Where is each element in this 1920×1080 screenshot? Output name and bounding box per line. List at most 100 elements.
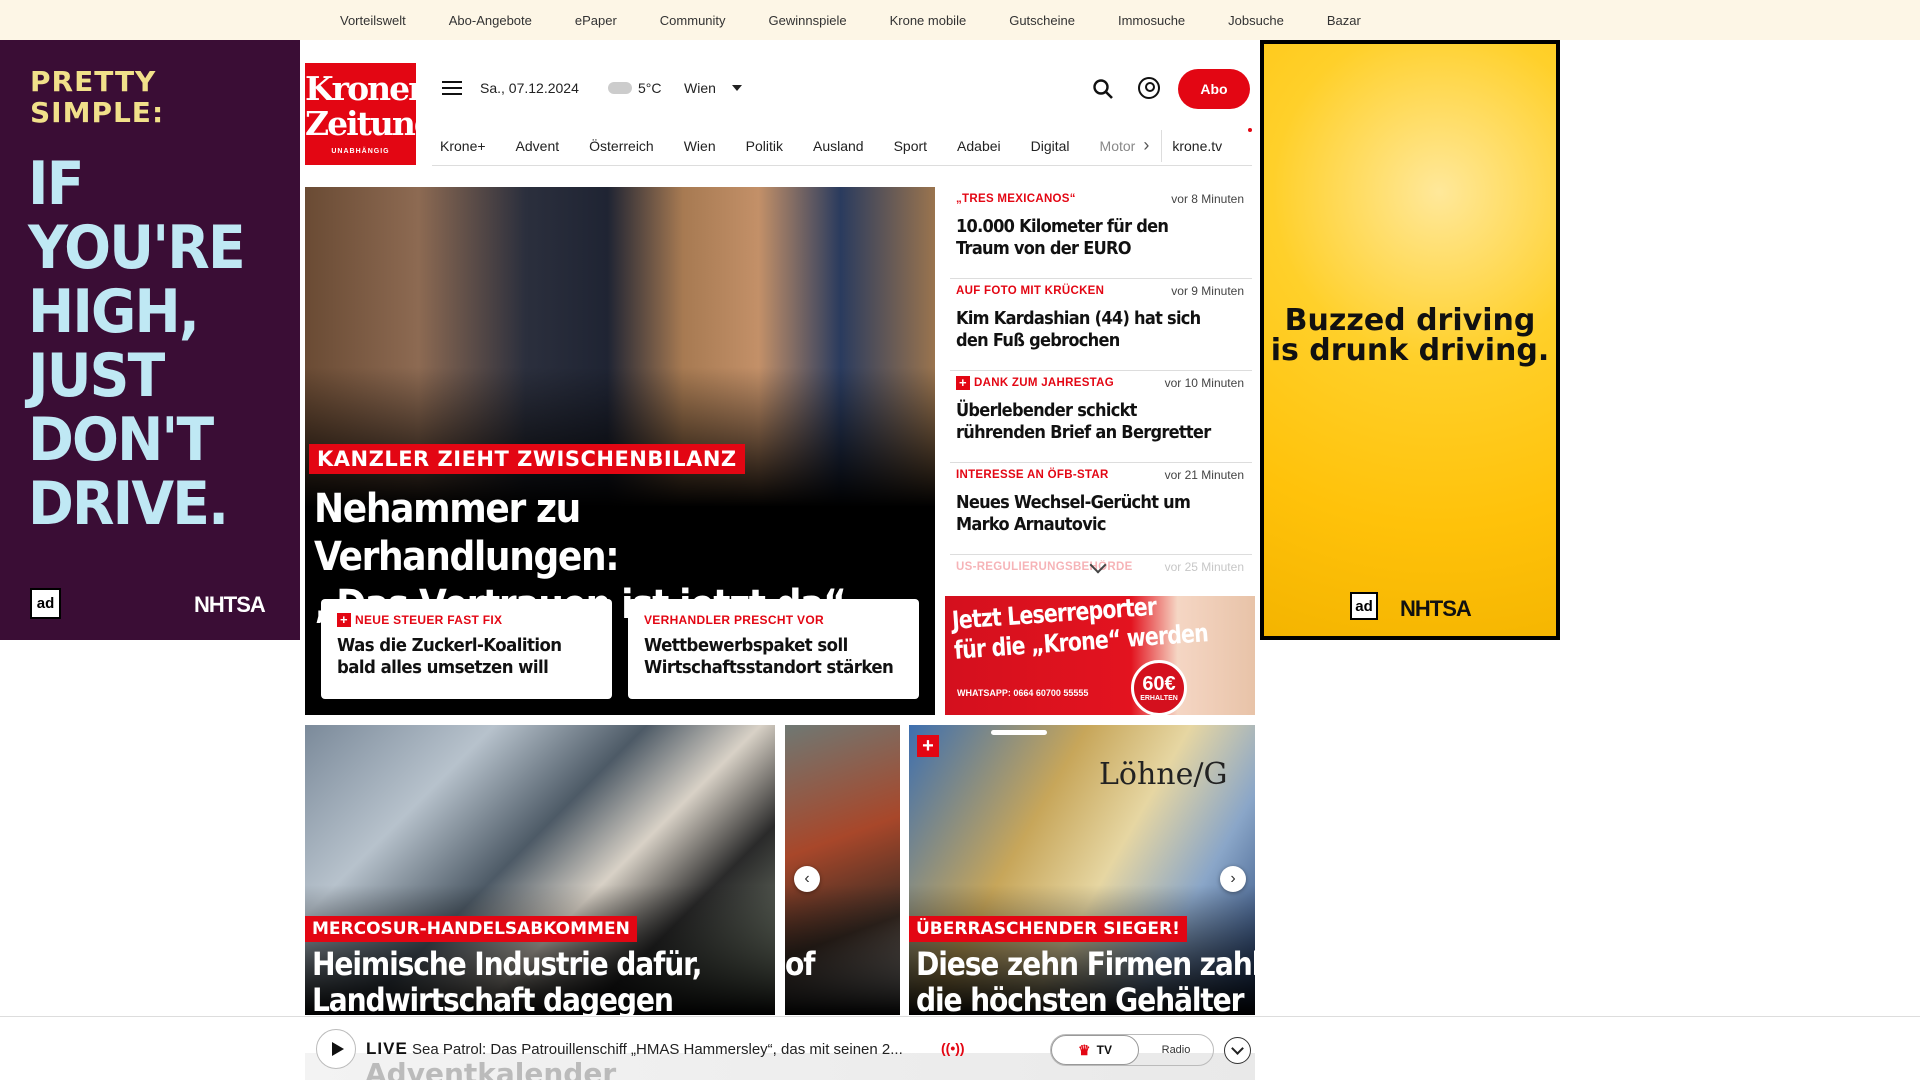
top-link-jobsuche[interactable]: Jobsuche <box>1228 13 1284 28</box>
hero-headline-line1: Nehammer zu Verhandlungen: <box>314 486 620 580</box>
live-dot <box>1248 128 1252 132</box>
ad-left-line1: PRETTY <box>30 65 157 98</box>
nhtsa-logo: NHTSA <box>194 592 266 617</box>
top-link-bar: Vorteilswelt Abo-Angebote ePaper Communi… <box>0 0 1920 40</box>
top-link-vorteilswelt[interactable]: Vorteilswelt <box>340 13 406 28</box>
top-link-krone-mobile[interactable]: Krone mobile <box>890 13 967 28</box>
carousel-prev-button[interactable]: ‹ <box>794 866 820 892</box>
top-link-abo-angebote[interactable]: Abo-Angebote <box>449 13 532 28</box>
ad-right-message: Buzzed driving is drunk driving. <box>1264 306 1556 366</box>
card-title: of <box>785 945 815 983</box>
top-link-immosuche[interactable]: Immosuche <box>1118 13 1185 28</box>
top-link-community[interactable]: Community <box>660 13 726 28</box>
hero-subarticle[interactable]: VERHANDLER PRESCHT VOR Wettbewerbspaket … <box>628 599 919 699</box>
city-selector[interactable]: Wien <box>684 80 742 96</box>
live-title[interactable]: Sea Patrol: Das Patrouillenschiff „HMAS … <box>412 1041 903 1058</box>
expand-player-button[interactable] <box>1224 1037 1251 1064</box>
news-time: vor 9 Minuten <box>1171 284 1244 298</box>
nav-item-krone-plus[interactable]: Krone+ <box>440 138 486 154</box>
list-item[interactable]: AUF FOTO MIT KRÜCKEN vor 9 Minuten Kim K… <box>950 279 1252 371</box>
crown-icon: ♛ <box>1078 1041 1091 1058</box>
city-name: Wien <box>684 80 716 96</box>
right-skyscraper-ad[interactable]: Buzzed driving is drunk driving. ad NHTS… <box>1260 40 1560 640</box>
nav-item-motor[interactable]: Motor <box>1100 138 1136 154</box>
ad-left-big-line: IF <box>28 149 84 219</box>
top-link-epaper[interactable]: ePaper <box>575 13 617 28</box>
subarticle-title: Was die Zuckerl-Koalition bald alles ums… <box>337 635 562 678</box>
logo-line1: Kronen <box>305 69 432 108</box>
user-icon[interactable] <box>1138 77 1160 99</box>
list-item[interactable]: + DANK ZUM JAHRESTAG vor 10 Minuten Überl… <box>950 371 1252 463</box>
nhtsa-logo: NHTSA <box>1400 596 1472 621</box>
nav-item-digital[interactable]: Digital <box>1031 138 1070 154</box>
ad-left-line2: SIMPLE: <box>30 96 165 129</box>
weather-widget[interactable]: 5°C <box>608 80 662 96</box>
card-title: Diese zehn Firmen zahlendie höchsten Geh… <box>916 946 1255 1015</box>
ad-right-line2: is drunk driving. <box>1270 333 1550 368</box>
temperature: 5°C <box>638 80 662 96</box>
nav-item-krone-tv[interactable]: krone.tv <box>1172 138 1222 154</box>
live-label: LIVE <box>366 1039 408 1058</box>
nav-item-wien[interactable]: Wien <box>684 138 716 154</box>
peek-text: Adventkalender <box>365 1057 617 1080</box>
logo-tagline: UNABHÄNGIG <box>331 148 390 155</box>
chevron-left-icon: ‹ <box>804 870 810 887</box>
abo-button[interactable]: Abo <box>1178 69 1250 109</box>
image-caption-text: Löhne/G <box>1099 757 1228 792</box>
krone-plus-icon: + <box>917 735 939 757</box>
carousel-next-button[interactable]: › <box>1220 866 1246 892</box>
list-item[interactable]: „TRES MEXICANOS“ vor 8 Minuten 10.000 Ki… <box>950 187 1252 279</box>
logo-line2: Zeitung <box>305 104 437 143</box>
radio-tab[interactable]: Radio <box>1139 1035 1213 1065</box>
krone-plus-icon: + <box>956 376 970 390</box>
ad-right-line1: Buzzed driving <box>1284 303 1536 338</box>
hero-subarticle[interactable]: + NEUE STEUER FAST FIX Was die Zuckerl-Ko… <box>321 599 612 699</box>
kronen-zeitung-logo[interactable]: Kronen Zeitung UNABHÄNGIG <box>305 63 437 165</box>
nav-item-advent[interactable]: Advent <box>516 138 560 154</box>
main-navigation: Krone+ Advent Österreich Wien Politik Au… <box>432 126 1252 166</box>
current-date: Sa., 07.12.2024 <box>480 80 579 96</box>
hamburger-icon[interactable] <box>442 81 462 97</box>
tv-tab[interactable]: ♛ TV <box>1051 1035 1139 1065</box>
leserreporter-banner[interactable]: Jetzt Leserreporter für die „Krone“ werd… <box>945 596 1255 715</box>
subarticle-kicker: VERHANDLER PRESCHT VOR <box>644 613 903 627</box>
nav-item-ausland[interactable]: Ausland <box>813 138 864 154</box>
chevron-down-icon <box>731 85 742 91</box>
left-skyscraper-ad[interactable]: PRETTY SIMPLE: IF YOU'RE HIGH, JUST DON'… <box>0 40 300 640</box>
nav-item-oesterreich[interactable]: Österreich <box>589 138 654 154</box>
search-icon[interactable] <box>1092 78 1114 100</box>
tv-label: TV <box>1096 1043 1112 1057</box>
card-title-line1: Diese zehn Firmen zahlen <box>916 945 1255 983</box>
news-kicker-text: DANK ZUM JAHRESTAG <box>974 377 1114 389</box>
hero-kicker: KANZLER ZIEHT ZWISCHENBILANZ <box>309 444 745 474</box>
carousel-progress <box>991 730 1047 735</box>
ad-left-big-line: JUST <box>28 341 165 411</box>
subarticle-title: Wettbewerbspaket soll Wirtschaftsstandor… <box>644 635 894 678</box>
nav-item-adabei[interactable]: Adabei <box>957 138 1001 154</box>
radio-label: Radio <box>1161 1044 1191 1056</box>
news-title: Kim Kardashian (44) hat sich den Fuß geb… <box>956 308 1201 351</box>
news-title: Überlebender schickt rührenden Brief an … <box>956 400 1211 443</box>
cloud-icon <box>608 82 632 94</box>
krone-plus-icon: + <box>337 613 351 627</box>
nav-item-politik[interactable]: Politik <box>746 138 783 154</box>
card-title-line2: die höchsten Gehälter <box>916 981 1245 1015</box>
carousel-card[interactable]: + Löhne/G ÜBERRASCHENDER SIEGER! Diese z… <box>909 725 1255 1015</box>
nav-scroll-right-icon[interactable]: › <box>1143 135 1149 156</box>
card-kicker: MERCOSUR-HANDELSABKOMMEN <box>305 916 637 942</box>
ad-left-big-line: DRIVE. <box>28 469 229 539</box>
ad-council-logo: ad <box>30 588 61 619</box>
carousel-card[interactable]: MERCOSUR-HANDELSABKOMMEN Heimische Indus… <box>305 725 775 1015</box>
ad-left-big-line: DON'T <box>28 405 214 475</box>
broadcast-icon: ((•)) <box>941 1040 965 1056</box>
reward-label: ERHALTEN <box>1140 695 1178 702</box>
list-item[interactable]: INTERESSE AN ÖFB-STAR vor 21 Minuten Neu… <box>950 463 1252 555</box>
whatsapp-number: WHATSAPP: 0664 60700 55555 <box>957 688 1089 698</box>
top-link-bazar[interactable]: Bazar <box>1327 13 1361 28</box>
top-link-gewinnspiele[interactable]: Gewinnspiele <box>769 13 847 28</box>
play-button[interactable] <box>316 1029 356 1069</box>
hero-article[interactable]: KANZLER ZIEHT ZWISCHENBILANZ Nehammer zu… <box>305 187 935 715</box>
top-link-gutscheine[interactable]: Gutscheine <box>1009 13 1075 28</box>
nav-item-sport[interactable]: Sport <box>894 138 927 154</box>
card-title-line2: of <box>785 945 815 983</box>
